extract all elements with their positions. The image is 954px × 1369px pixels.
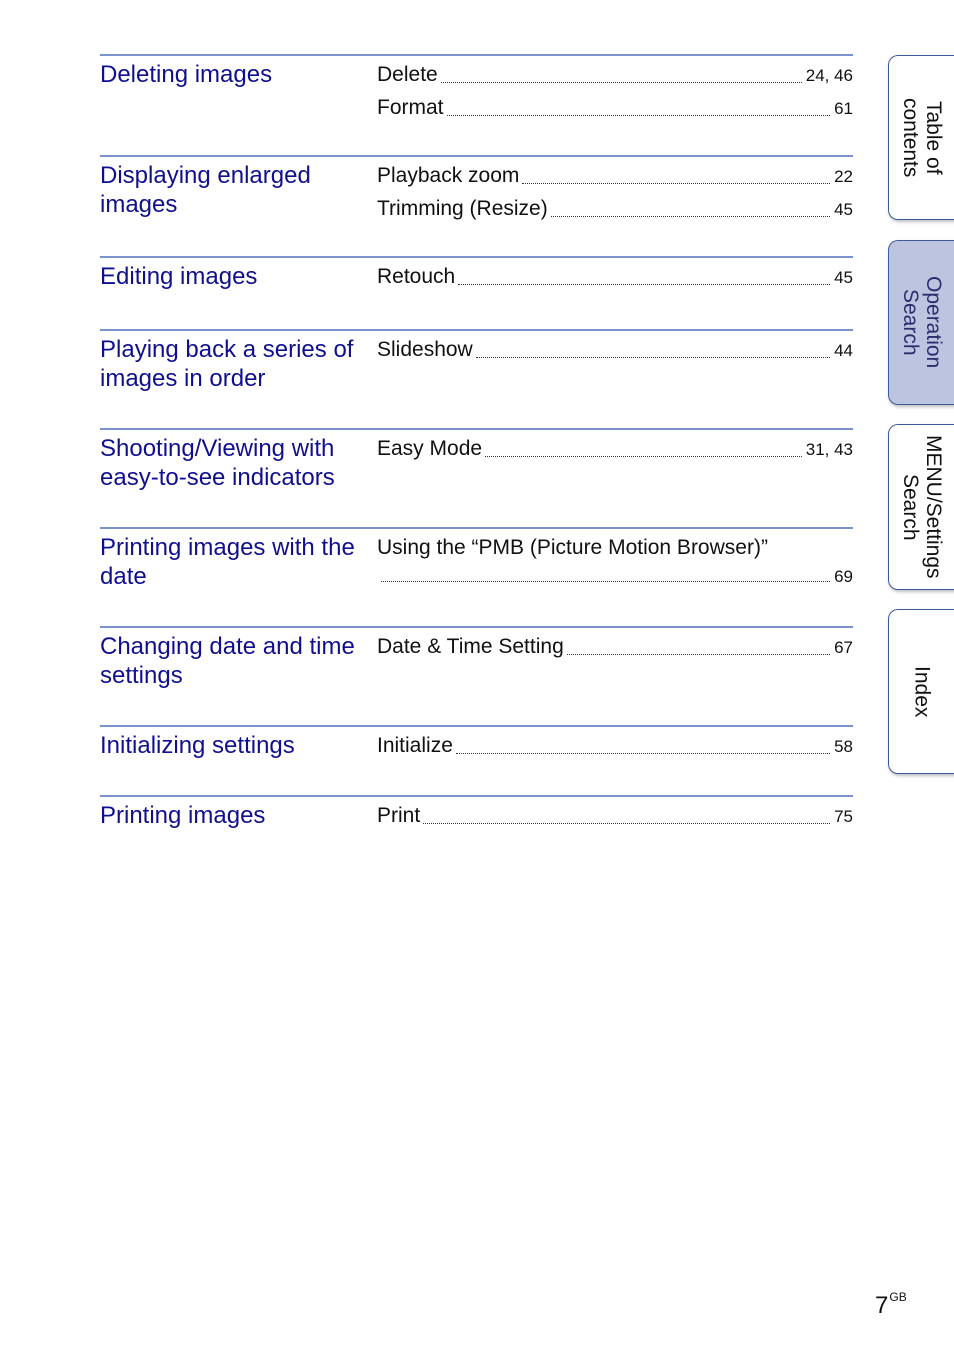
entry-link[interactable]: Trimming (Resize) 45 bbox=[377, 194, 853, 227]
section-topic: Shooting/Viewing with easy-to-see indica… bbox=[100, 435, 335, 491]
dot-leader bbox=[550, 216, 831, 217]
entry-page-ref[interactable]: 22 bbox=[834, 162, 853, 191]
tab-label: MENU/Settings Search bbox=[899, 435, 945, 579]
entry-page-ref[interactable]: 58 bbox=[834, 732, 853, 761]
entry-link[interactable]: Using the “PMB (Picture Motion Browser)”… bbox=[377, 533, 853, 592]
dot-leader bbox=[522, 183, 831, 184]
tab-index[interactable]: Index bbox=[888, 609, 954, 774]
dot-leader bbox=[423, 823, 831, 824]
entry-page-ref[interactable]: 44 bbox=[834, 336, 853, 365]
dot-leader bbox=[475, 357, 831, 358]
dot-leader bbox=[458, 284, 831, 285]
section-changing-date-time: Changing date and time settings Date & T… bbox=[100, 626, 853, 689]
dot-leader bbox=[446, 115, 831, 116]
dot-leader bbox=[381, 581, 831, 582]
section-printing-with-date: Printing images with the date Using the … bbox=[100, 527, 853, 590]
section-topic: Initializing settings bbox=[100, 732, 295, 759]
section-topic: Printing images with the date bbox=[100, 534, 355, 590]
entry-link[interactable]: Initialize 58 bbox=[377, 731, 853, 764]
entry-label: Playback zoom bbox=[377, 164, 520, 187]
dot-leader bbox=[485, 456, 802, 457]
section-deleting-images: Deleting images Delete 24, 46 Format 61 bbox=[100, 54, 853, 119]
entry-page-ref[interactable]: 67 bbox=[834, 633, 853, 662]
entry-link[interactable]: Print 75 bbox=[377, 801, 853, 834]
entry-page-ref[interactable]: 75 bbox=[834, 802, 853, 831]
section-playing-back-series: Playing back a series of images in order… bbox=[100, 329, 853, 392]
section-displaying-enlarged-images: Displaying enlarged images Playback zoom… bbox=[100, 155, 853, 220]
page-number: 7GB bbox=[875, 1290, 907, 1320]
section-initializing-settings: Initializing settings Initialize 58 bbox=[100, 725, 853, 759]
entry-label: Slideshow bbox=[377, 338, 473, 361]
section-topic: Printing images bbox=[100, 802, 266, 829]
entry-label: Format bbox=[377, 96, 444, 119]
tab-label: Index bbox=[910, 665, 934, 718]
section-topic: Changing date and time settings bbox=[100, 633, 355, 689]
entry-label: Initialize bbox=[377, 734, 453, 757]
tab-menu-settings-search[interactable]: MENU/Settings Search bbox=[888, 424, 954, 590]
section-printing-images: Printing images Print 75 bbox=[100, 795, 853, 829]
entry-link[interactable]: Delete 24, 46 bbox=[377, 60, 853, 93]
section-topic: Displaying enlarged images bbox=[100, 162, 311, 218]
tab-label: Table of contents bbox=[899, 97, 945, 178]
tab-label: Operation Search bbox=[899, 276, 945, 369]
entry-label: Easy Mode bbox=[377, 437, 483, 460]
entry-page-ref[interactable]: 45 bbox=[834, 263, 853, 292]
section-editing-images: Editing images Retouch 45 bbox=[100, 256, 853, 290]
tab-table-of-contents[interactable]: Table of contents bbox=[888, 55, 954, 220]
page-number-value: 7 bbox=[875, 1292, 889, 1319]
entry-label: Using the “PMB (Picture Motion Browser)” bbox=[377, 536, 768, 559]
entry-link[interactable]: Slideshow 44 bbox=[377, 335, 853, 368]
section-easy-to-see-indicators: Shooting/Viewing with easy-to-see indica… bbox=[100, 428, 853, 491]
dot-leader bbox=[455, 753, 831, 754]
entry-page-ref[interactable]: 31, 43 bbox=[806, 435, 853, 464]
entry-link[interactable]: Retouch 45 bbox=[377, 262, 853, 295]
entry-label: Trimming (Resize) bbox=[377, 197, 548, 220]
entry-link[interactable]: Playback zoom 22 bbox=[377, 161, 853, 194]
entry-page-ref[interactable]: 45 bbox=[834, 195, 853, 224]
entry-page-ref[interactable]: 69 bbox=[834, 562, 853, 591]
entry-label: Print bbox=[377, 804, 421, 827]
dot-leader bbox=[566, 654, 831, 655]
entry-link[interactable]: Format 61 bbox=[377, 93, 853, 126]
section-topic: Deleting images bbox=[100, 61, 273, 88]
page-number-suffix: GB bbox=[889, 1290, 907, 1304]
entry-page-ref[interactable]: 24, 46 bbox=[806, 61, 853, 90]
entry-label: Date & Time Setting bbox=[377, 635, 564, 658]
section-topic: Playing back a series of images in order bbox=[100, 336, 354, 392]
section-topic: Editing images bbox=[100, 263, 258, 290]
entry-label: Delete bbox=[377, 63, 438, 86]
entry-link[interactable]: Easy Mode 31, 43 bbox=[377, 434, 853, 467]
tab-operation-search[interactable]: Operation Search bbox=[888, 240, 954, 405]
entry-label: Retouch bbox=[377, 265, 456, 288]
entry-page-ref[interactable]: 61 bbox=[834, 94, 853, 123]
entry-link[interactable]: Date & Time Setting 67 bbox=[377, 632, 853, 665]
dot-leader bbox=[440, 82, 802, 83]
